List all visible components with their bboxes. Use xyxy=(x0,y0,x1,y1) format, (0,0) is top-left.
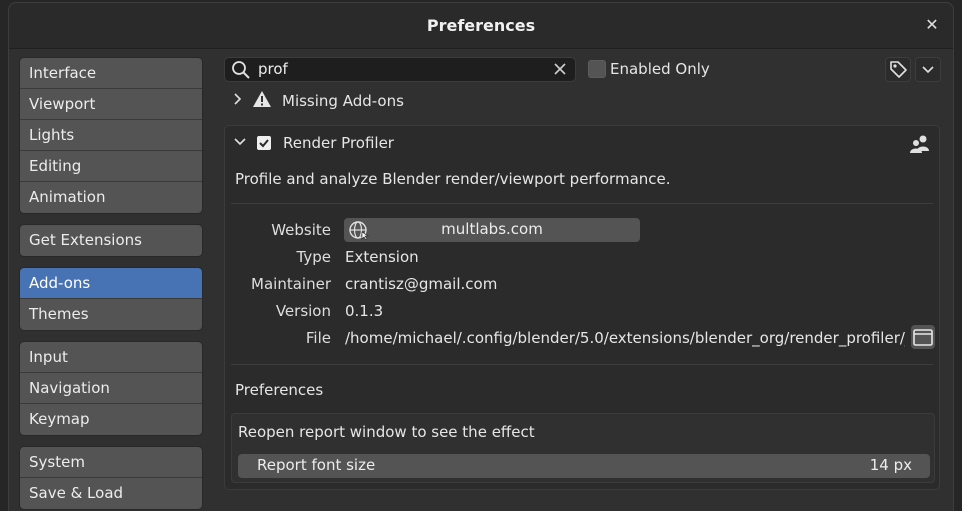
website-label: Website xyxy=(271,221,331,239)
maintainer-value: crantisz@gmail.com xyxy=(345,275,498,293)
clear-icon[interactable] xyxy=(553,62,567,80)
search-input[interactable]: prof xyxy=(224,57,576,82)
addon-enabled-checkbox[interactable] xyxy=(257,136,271,150)
website-text: multlabs.com xyxy=(441,220,543,238)
sidebar-item-navigation[interactable]: Navigation xyxy=(20,373,202,404)
window-title: Preferences xyxy=(426,16,536,35)
enabled-only-label: Enabled Only xyxy=(610,60,710,78)
chevron-right-icon xyxy=(232,92,244,110)
people-icon xyxy=(909,134,931,158)
sidebar-item-get-extensions[interactable]: Get Extensions xyxy=(20,225,202,256)
search-value: prof xyxy=(258,60,288,78)
options-dropdown-button[interactable] xyxy=(915,57,941,82)
tag-icon xyxy=(886,61,910,85)
nav-group-editor: Interface Viewport Lights Editing Animat… xyxy=(19,57,203,214)
checkmark-icon xyxy=(259,139,269,148)
sidebar-item-system[interactable]: System xyxy=(20,447,202,478)
nav-group-input: Input Navigation Keymap xyxy=(19,341,203,436)
sidebar-item-input[interactable]: Input xyxy=(20,342,202,373)
search-icon xyxy=(231,60,251,84)
sidebar-item-save-load[interactable]: Save & Load xyxy=(20,478,202,509)
nav-group-system: System Save & Load xyxy=(19,446,203,510)
file-path-value: /home/michael/.config/blender/5.0/extens… xyxy=(345,329,905,347)
sidebar-item-editing[interactable]: Editing xyxy=(20,151,202,182)
report-font-size-value: 14 px xyxy=(869,456,912,474)
close-icon[interactable]: ✕ xyxy=(921,14,943,36)
sidebar-item-keymap[interactable]: Keymap xyxy=(20,404,202,435)
tag-filter-button[interactable] xyxy=(885,57,911,82)
addon-header: Render Profiler xyxy=(233,134,394,152)
open-folder-button[interactable] xyxy=(911,325,935,349)
website-link-button[interactable]: multlabs.com xyxy=(344,218,640,242)
addon-name: Render Profiler xyxy=(283,134,394,152)
maintainer-label: Maintainer xyxy=(251,275,331,293)
chevron-down-icon xyxy=(916,66,940,85)
preferences-heading: Preferences xyxy=(235,381,324,399)
enabled-only-checkbox[interactable] xyxy=(588,60,606,78)
enabled-only-toggle[interactable]: Enabled Only xyxy=(588,60,710,78)
nav-group-addons: Add-ons Themes xyxy=(19,267,203,331)
missing-addons-row[interactable]: Missing Add-ons xyxy=(232,90,404,112)
divider xyxy=(231,203,933,204)
version-label: Version xyxy=(275,302,331,320)
sidebar-item-animation[interactable]: Animation xyxy=(20,182,202,213)
missing-addons-label: Missing Add-ons xyxy=(282,92,404,110)
nav-group-extensions: Get Extensions xyxy=(19,224,203,257)
addon-panel-render-profiler: Render Profiler Profile and analyze Blen… xyxy=(224,125,940,490)
type-label: Type xyxy=(296,248,331,266)
addon-preferences-box: Reopen report window to see the effect R… xyxy=(231,413,935,483)
file-label: File xyxy=(305,329,331,347)
sidebar-item-viewport[interactable]: Viewport xyxy=(20,89,202,120)
title-bar: Preferences ✕ xyxy=(9,3,953,49)
sidebar-item-interface[interactable]: Interface xyxy=(20,58,202,89)
addon-description: Profile and analyze Blender render/viewp… xyxy=(235,170,671,188)
sidebar: Interface Viewport Lights Editing Animat… xyxy=(19,57,203,511)
preferences-window: Preferences ✕ Interface Viewport Lights … xyxy=(8,2,954,511)
divider xyxy=(231,364,933,365)
collapse-chevron-icon[interactable] xyxy=(233,134,247,152)
preferences-note: Reopen report window to see the effect xyxy=(238,423,535,441)
type-value: Extension xyxy=(345,248,419,266)
report-font-size-field[interactable]: Report font size 14 px xyxy=(238,454,930,478)
version-value: 0.1.3 xyxy=(345,302,384,320)
sidebar-item-addons[interactable]: Add-ons xyxy=(20,268,202,299)
report-font-size-label: Report font size xyxy=(257,456,376,474)
folder-icon xyxy=(911,329,935,353)
sidebar-item-themes[interactable]: Themes xyxy=(20,299,202,330)
warning-icon xyxy=(252,90,272,112)
sidebar-item-lights[interactable]: Lights xyxy=(20,120,202,151)
